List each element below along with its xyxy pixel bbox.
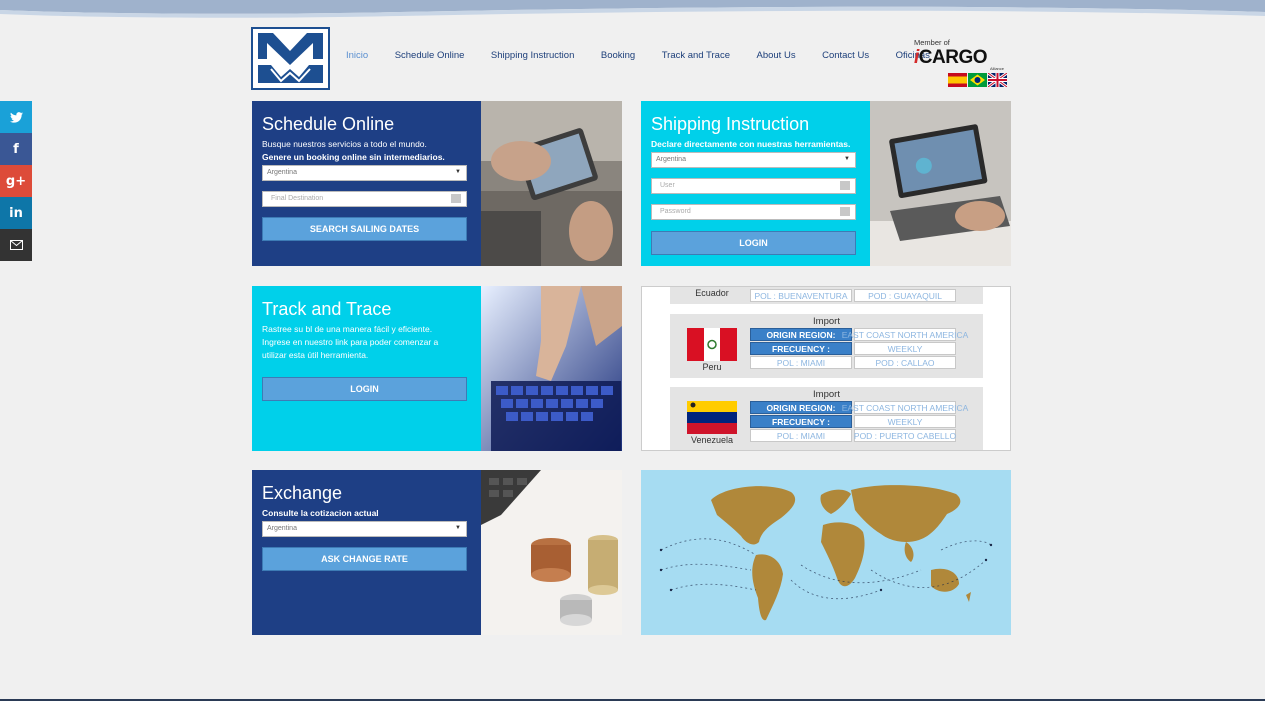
nav-contact-us[interactable]: Contact Us (822, 50, 869, 61)
laptop-photo (870, 101, 1011, 266)
schedule-online-desc-1: Busque nuestros servicios a todo el mund… (262, 139, 427, 149)
shipping-login-button[interactable]: LOGIN (651, 231, 856, 255)
nav-inicio[interactable]: Inicio (346, 50, 368, 61)
password-input[interactable]: Password (651, 204, 856, 220)
frequency-label: FRECUENCY : (750, 415, 852, 428)
shipping-country-select[interactable]: Argentina ▼ (651, 152, 856, 168)
route-country: Peru (702, 362, 722, 372)
mail-icon (451, 194, 461, 203)
route-type: Import (813, 389, 840, 400)
track-login-button[interactable]: LOGIN (262, 377, 467, 401)
exchange-panel: Exchange Consulte la cotizacion actual A… (252, 470, 481, 635)
header-wave-decoration (0, 0, 1265, 18)
track-and-trace-desc-1: Rastree su bl de una manera fácil y efic… (262, 324, 433, 334)
exchange-desc: Consulte la cotizacion actual (262, 508, 379, 518)
frequency-value: WEEKLY (854, 342, 956, 355)
dropdown-arrow-icon: ▼ (844, 156, 850, 162)
venezuela-flag-icon (687, 401, 737, 434)
shipping-instruction-title: Shipping Instruction (651, 114, 810, 134)
route-country: Venezuela (690, 435, 734, 445)
route-ecuador: Ecuador POL : BUENAVENTURA POD : GUAYAQU… (670, 287, 983, 304)
route-pod: POD : PUERTO CABELLO (853, 429, 957, 442)
user-icon (840, 181, 850, 190)
exchange-title: Exchange (262, 483, 343, 503)
schedule-online-panel: Schedule Online Busque nuestros servicio… (252, 101, 481, 266)
track-and-trace-panel: Track and Trace Rastree su bl de una man… (252, 286, 481, 451)
company-logo[interactable] (251, 27, 330, 90)
social-share-bar: f g+ in (0, 101, 32, 261)
origin-region-value: EAST COAST NORTH AMERICA (841, 328, 969, 341)
schedule-online-card: Schedule Online Busque nuestros servicio… (252, 101, 622, 266)
alliance-label: Alliance (990, 66, 1005, 71)
origin-region-value: EAST COAST NORTH AMERICA (841, 401, 969, 414)
schedule-online-title: Schedule Online (262, 114, 395, 134)
frequency-value: WEEKLY (854, 415, 956, 428)
exchange-card: Exchange Consulte la cotizacion actual A… (252, 470, 622, 635)
route-pol: POL : MIAMI (750, 429, 852, 442)
uk-flag-icon[interactable] (988, 73, 1007, 87)
coins-calculator-photo (481, 470, 622, 635)
track-and-trace-title: Track and Trace (262, 299, 392, 319)
routes-panel: Ecuador POL : BUENAVENTURA POD : GUAYAQU… (641, 286, 1011, 451)
route-pol: POL : BUENAVENTURA (750, 289, 852, 302)
final-destination-input[interactable]: Final Destination (262, 191, 467, 207)
nav-shipping-instruction[interactable]: Shipping Instruction (491, 50, 574, 61)
nav-track-and-trace[interactable]: Track and Trace (662, 50, 730, 61)
keyboard-photo (481, 286, 622, 451)
nav-about-us[interactable]: About Us (757, 50, 796, 61)
dropdown-arrow-icon: ▼ (455, 169, 461, 175)
route-pod: POD : CALLAO (854, 356, 956, 369)
track-and-trace-desc-3: utilizar esta útil herramienta. (262, 350, 369, 360)
origin-select[interactable]: Argentina ▼ (262, 165, 467, 181)
nav-booking[interactable]: Booking (601, 50, 635, 61)
route-pod: POD : GUAYAQUIL (854, 289, 956, 302)
world-map (659, 485, 993, 621)
origin-region-label: ORIGIN REGION: (750, 328, 852, 341)
shipping-instruction-panel: Shipping Instruction Declare directament… (641, 101, 870, 266)
twitter-icon[interactable] (0, 101, 32, 133)
nav-schedule-online[interactable]: Schedule Online (395, 50, 465, 61)
facebook-icon[interactable]: f (0, 133, 32, 165)
email-icon[interactable] (0, 229, 32, 261)
track-and-trace-desc-2: Ingrese en nuestro link para poder comen… (262, 337, 439, 347)
route-peru: Import Peru ORIGIN REGION: EAST COAST NO… (670, 314, 983, 378)
user-input[interactable]: User (651, 178, 856, 194)
frequency-label: FRECUENCY : (750, 342, 852, 355)
language-selector (948, 73, 1007, 87)
world-map-card[interactable] (641, 470, 1011, 635)
main-navigation: Inicio Schedule Online Shipping Instruct… (346, 50, 956, 61)
lock-icon (840, 207, 850, 216)
dropdown-arrow-icon: ▼ (455, 525, 461, 531)
spanish-flag-icon[interactable] (948, 73, 967, 87)
ask-change-rate-button[interactable]: ASK CHANGE RATE (262, 547, 467, 571)
origin-region-label: ORIGIN REGION: (750, 401, 852, 414)
shipping-instruction-card: Shipping Instruction Declare directament… (641, 101, 1011, 266)
brazil-flag-icon[interactable] (968, 73, 987, 87)
search-sailing-dates-button[interactable]: SEARCH SAILING DATES (262, 217, 467, 241)
member-of-label: Member of (914, 38, 950, 47)
route-country: Ecuador (695, 288, 729, 298)
route-type: Import (813, 316, 840, 327)
route-pol: POL : MIAMI (750, 356, 852, 369)
icargo-logo[interactable]: iCARGO (914, 47, 988, 69)
shipping-instruction-desc: Declare directamente con nuestras herram… (651, 139, 851, 149)
exchange-country-select[interactable]: Argentina ▼ (262, 521, 467, 537)
peru-flag-icon (687, 328, 737, 361)
route-venezuela: Import Venezuela ORIGIN REGION: EAST COA… (670, 387, 983, 450)
linkedin-icon[interactable]: in (0, 197, 32, 229)
track-and-trace-card: Track and Trace Rastree su bl de una man… (252, 286, 622, 451)
google-plus-icon[interactable]: g+ (0, 165, 32, 197)
schedule-online-desc-2: Genere un booking online sin intermediar… (262, 152, 445, 162)
tablet-photo (481, 101, 622, 266)
